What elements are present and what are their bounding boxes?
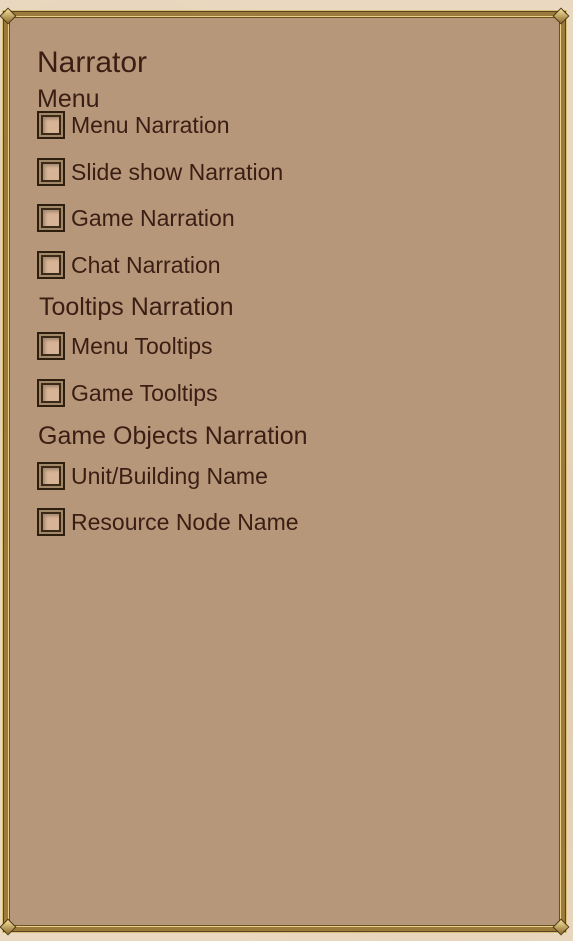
narrator-settings-panel: Narrator Menu Menu Narration Slide show … <box>0 7 570 936</box>
menu-narration-checkbox[interactable] <box>37 111 65 139</box>
option-unit-building-name[interactable]: Unit/Building Name <box>37 459 268 493</box>
option-label: Game Narration <box>71 204 235 231</box>
slide-show-narration-checkbox[interactable] <box>37 158 65 186</box>
panel-title: Narrator <box>37 46 148 79</box>
option-label: Menu Narration <box>71 111 230 138</box>
resource-node-name-checkbox[interactable] <box>37 508 65 536</box>
section-heading-game-objects: Game Objects Narration <box>38 422 308 450</box>
option-label: Unit/Building Name <box>71 462 268 489</box>
section-heading-tooltips: Tooltips Narration <box>39 293 234 321</box>
option-menu-tooltips[interactable]: Menu Tooltips <box>37 329 213 363</box>
option-game-narration[interactable]: Game Narration <box>37 201 235 235</box>
game-narration-checkbox[interactable] <box>37 204 65 232</box>
option-resource-node-name[interactable]: Resource Node Name <box>37 505 299 539</box>
option-label: Slide show Narration <box>71 158 284 185</box>
option-label: Chat Narration <box>71 251 221 278</box>
game-tooltips-checkbox[interactable] <box>37 379 65 407</box>
option-label: Game Tooltips <box>71 379 218 406</box>
option-slide-show-narration[interactable]: Slide show Narration <box>37 155 283 189</box>
option-chat-narration[interactable]: Chat Narration <box>37 248 221 282</box>
chat-narration-checkbox[interactable] <box>37 251 65 279</box>
option-game-tooltips[interactable]: Game Tooltips <box>37 376 218 410</box>
unit-building-name-checkbox[interactable] <box>37 462 65 490</box>
menu-tooltips-checkbox[interactable] <box>37 332 65 360</box>
option-menu-narration[interactable]: Menu Narration <box>37 108 230 142</box>
option-label: Menu Tooltips <box>71 332 213 359</box>
option-label: Resource Node Name <box>71 508 299 535</box>
